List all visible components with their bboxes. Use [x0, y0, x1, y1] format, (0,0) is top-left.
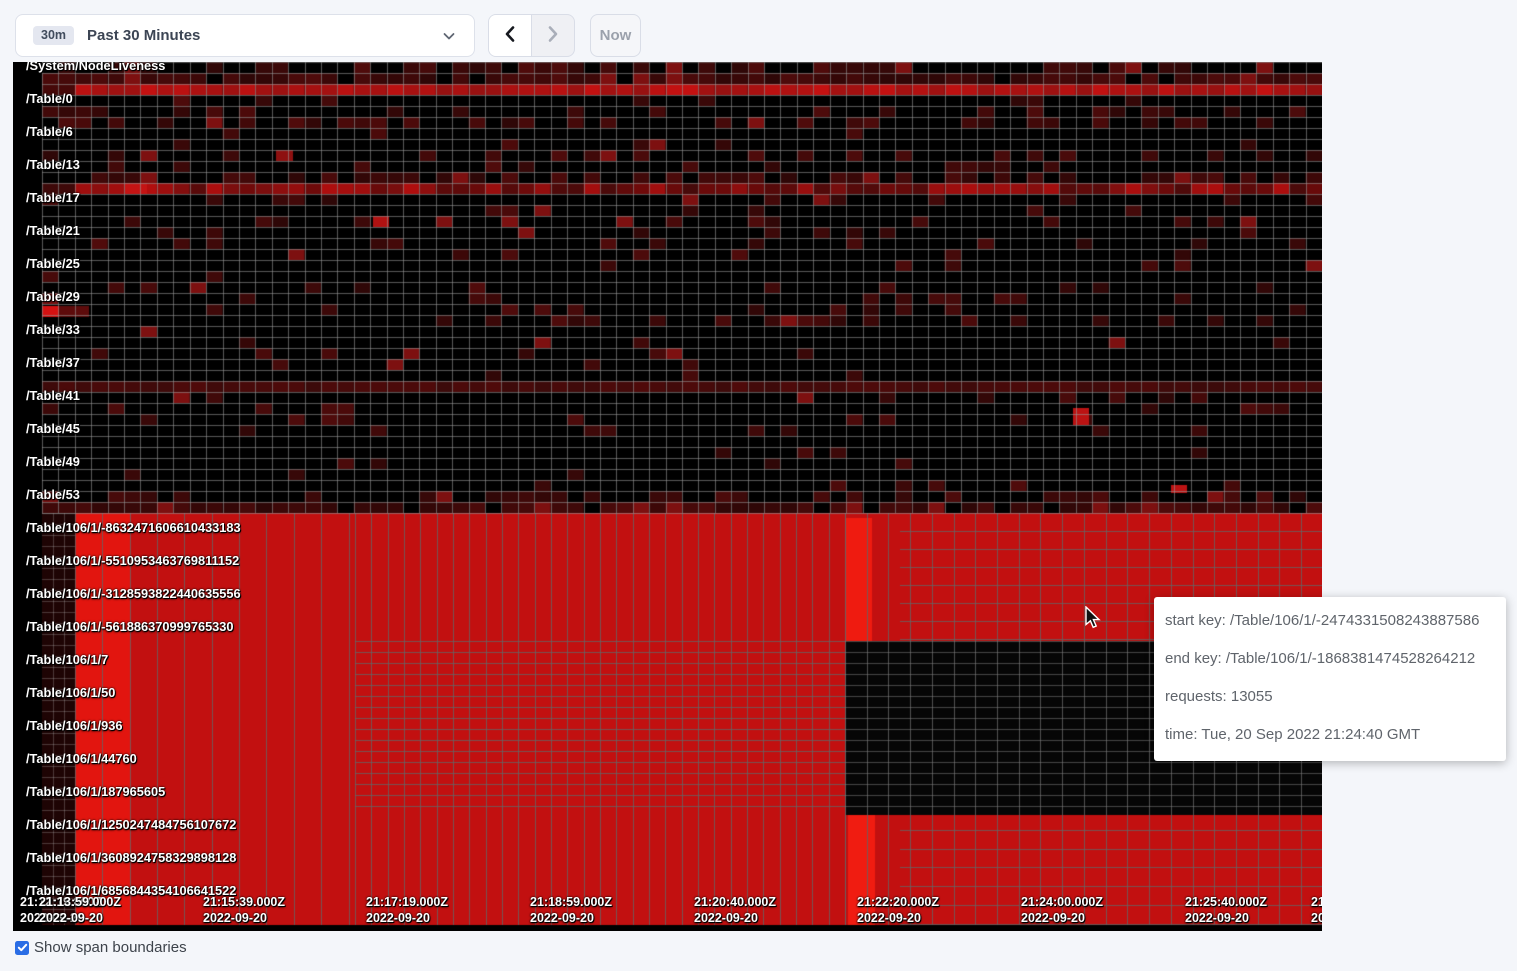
time-range-badge: 30m: [33, 26, 74, 45]
chevron-left-icon: [502, 25, 518, 46]
toolbar: 30m Past 30 Minutes Now: [0, 0, 1517, 62]
time-range-label: Past 30 Minutes: [87, 27, 200, 44]
heatmap-canvas[interactable]: [13, 62, 1322, 931]
time-forward-button[interactable]: [532, 15, 574, 56]
chevron-down-icon: [442, 29, 456, 48]
tooltip-end-key: end key: /Table/106/1/-18683814745282642…: [1165, 650, 1488, 667]
span-boundaries-checkbox[interactable]: [15, 941, 29, 955]
span-boundaries-control[interactable]: Show span boundaries: [15, 939, 187, 956]
key-visualizer-map[interactable]: /System/NodeLiveness/Table/0/Table/6/Tab…: [13, 62, 1322, 931]
tooltip-time: time: Tue, 20 Sep 2022 21:24:40 GMT: [1165, 726, 1488, 743]
span-boundaries-label: Show span boundaries: [34, 939, 187, 956]
tooltip-requests: requests: 13055: [1165, 688, 1488, 705]
hover-tooltip: start key: /Table/106/1/-247433150824388…: [1154, 597, 1506, 761]
time-range-dropdown[interactable]: 30m Past 30 Minutes: [15, 14, 475, 57]
tooltip-start-key: start key: /Table/106/1/-247433150824388…: [1165, 612, 1488, 629]
time-back-button[interactable]: [489, 15, 532, 56]
check-icon: [17, 942, 28, 953]
chevron-right-icon: [545, 25, 561, 46]
now-button[interactable]: Now: [590, 14, 641, 57]
time-nav-group: [488, 14, 575, 57]
